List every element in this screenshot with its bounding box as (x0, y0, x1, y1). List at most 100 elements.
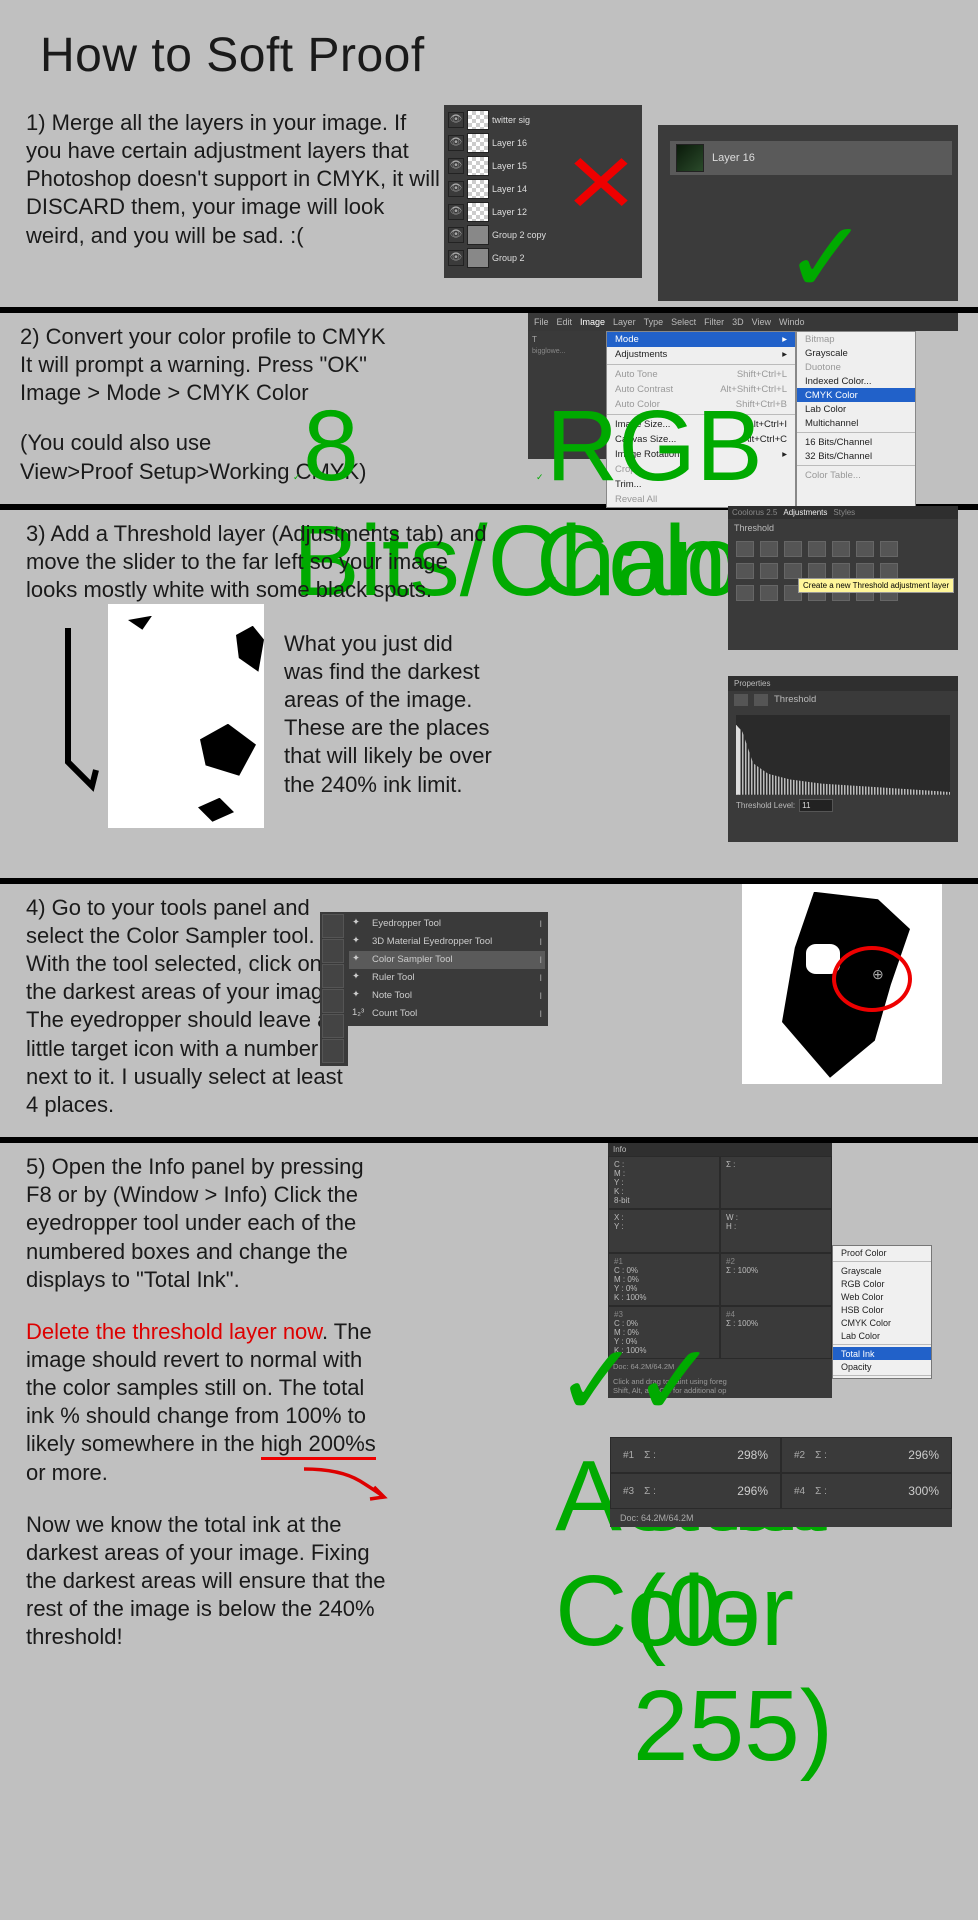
menu-item[interactable]: Image (580, 317, 605, 327)
tool-option[interactable]: ✦Color Sampler ToolI (349, 951, 545, 969)
readout-option[interactable]: 8-bit (0-255) (625, 1320, 841, 1785)
adjustment-icon[interactable] (736, 541, 754, 557)
green-check-icon: ✓ (784, 199, 868, 316)
threshold-icon (734, 694, 748, 706)
red-arrow-icon (300, 1463, 390, 1503)
tool-slot-icon[interactable] (322, 1039, 344, 1063)
readout-option[interactable]: CMYK Color (833, 1316, 931, 1329)
menu-item[interactable]: 3D (732, 317, 744, 327)
readout-option[interactable]: Proof Color (833, 1246, 931, 1259)
visibility-icon: 👁 (448, 227, 464, 243)
adjustment-icon[interactable] (760, 541, 778, 557)
tool-slot-icon[interactable] (322, 964, 344, 988)
menu-item[interactable]: Select (671, 317, 696, 327)
tool-option[interactable]: ✦Eyedropper ToolI (349, 915, 545, 933)
info-cell: C :M :Y :K :8-bit (608, 1156, 720, 1209)
tool-icon: ✦ (352, 917, 366, 931)
submenu-row[interactable]: Indexed Color... (797, 374, 915, 388)
ink-cell: #4Σ :300% (781, 1473, 952, 1509)
step-3: 3) Add a Threshold layer (Adjustments ta… (0, 510, 978, 878)
adjustment-icon[interactable] (856, 541, 874, 557)
step-1: 1) Merge all the layers in your image. I… (0, 99, 978, 307)
readout-option[interactable]: Opacity (833, 1360, 931, 1373)
readout-option[interactable]: Lab Color (833, 1329, 931, 1342)
step3-text: 3) Add a Threshold layer (Adjustments ta… (26, 520, 496, 604)
adjustments-label: Threshold (728, 519, 958, 537)
layer-row: 👁 Group 2 (448, 247, 638, 269)
visibility-icon: 👁 (448, 135, 464, 151)
submenu-row[interactable]: Grayscale (797, 346, 915, 360)
adjustments-icons[interactable] (728, 537, 958, 605)
menu-row[interactable]: Mode▸ (607, 332, 795, 347)
adjustment-icon[interactable] (856, 563, 874, 579)
ink-cell: #3Σ :296% (610, 1473, 781, 1509)
adjustment-icon[interactable] (736, 563, 754, 579)
menu-item[interactable]: Windo (779, 317, 805, 327)
step-2: 2) Convert your color profile to CMYK It… (0, 313, 978, 504)
adjustment-icon[interactable] (736, 585, 754, 601)
info-readout-menu[interactable]: Actual ColorProof ColorGrayscaleRGB Colo… (832, 1245, 932, 1379)
tool-icon: 1₂³ (352, 1007, 366, 1021)
readout-option[interactable]: RGB Color (833, 1277, 931, 1290)
threshold-level-input[interactable] (799, 799, 833, 812)
tool-icon: ✦ (352, 935, 366, 949)
adjustment-icon[interactable] (880, 563, 898, 579)
menu-item[interactable]: File (534, 317, 549, 327)
tool-option[interactable]: ✦3D Material Eyedropper ToolI (349, 933, 545, 951)
adjustment-icon[interactable] (832, 563, 850, 579)
tool-icon: ✦ (352, 953, 366, 967)
adjustment-icon[interactable] (832, 541, 850, 557)
menu-item[interactable]: Layer (613, 317, 636, 327)
tool-slot-icon[interactable] (322, 989, 344, 1013)
menu-row[interactable]: Adjustments▸ (607, 347, 795, 362)
properties-header: Properties (728, 676, 958, 691)
mask-icon (754, 694, 768, 706)
layer-label: Layer 15 (492, 161, 527, 171)
submenu-row: Duotone (797, 360, 915, 374)
adjustment-icon[interactable] (784, 541, 802, 557)
step4-text: 4) Go to your tools panel and select the… (26, 894, 346, 1119)
info-cell: Σ : (720, 1156, 832, 1209)
adjustment-icon[interactable] (760, 563, 778, 579)
adjustment-icon[interactable] (760, 585, 778, 601)
menu-item[interactable]: Type (644, 317, 664, 327)
tool-slot-icon[interactable] (322, 939, 344, 963)
layer-thumbnail (467, 133, 489, 153)
layer-label: Layer 14 (492, 184, 527, 194)
menu-item[interactable]: Filter (704, 317, 724, 327)
menu-item[interactable]: Edit (557, 317, 573, 327)
info-cell: #2Σ : 100% (720, 1253, 832, 1306)
adjustment-icon[interactable] (784, 563, 802, 579)
panel-tab[interactable]: Styles (833, 508, 855, 517)
tool-option[interactable]: 1₂³Count ToolI (349, 1005, 545, 1023)
layer-label: Layer 12 (492, 207, 527, 217)
visibility-icon: 👁 (448, 112, 464, 128)
tool-option[interactable]: ✦Ruler ToolI (349, 969, 545, 987)
layer-label: Group 2 (492, 253, 525, 263)
red-x-icon: × (566, 127, 636, 235)
adjustment-icon[interactable] (880, 541, 898, 557)
step-5: 5) Open the Info panel by pressing F8 or… (0, 1143, 978, 1670)
adjustment-icon[interactable] (808, 541, 826, 557)
single-layer-row: Layer 16 (670, 141, 952, 175)
menu-item[interactable]: View (752, 317, 771, 327)
threshold-preview (108, 604, 264, 828)
tool-slot-icon[interactable] (322, 1014, 344, 1038)
adjustment-icon[interactable] (808, 563, 826, 579)
panel-tab[interactable]: Coolorus 2.5 (732, 508, 777, 517)
mode-submenu[interactable]: BitmapGrayscaleDuotoneIndexed Color...RG… (796, 331, 916, 508)
threshold-level[interactable]: Threshold Level: (728, 797, 958, 814)
info-cell: #1C : 0%M : 0%Y : 0%K : 100% (608, 1253, 720, 1306)
readout-option[interactable]: Total Ink (833, 1347, 931, 1360)
readout-option[interactable]: HSB Color (833, 1303, 931, 1316)
readout-option[interactable]: Web Color (833, 1290, 931, 1303)
tool-flyout[interactable]: ✦Eyedropper ToolI✦3D Material Eyedropper… (346, 912, 548, 1026)
tool-option[interactable]: ✦Note ToolI (349, 987, 545, 1005)
tool-slot-icon[interactable] (322, 914, 344, 938)
visibility-icon: 👁 (448, 250, 464, 266)
readout-option[interactable]: Grayscale (833, 1264, 931, 1277)
step1-text: 1) Merge all the layers in your image. I… (26, 109, 446, 250)
threshold-histogram[interactable] (736, 715, 950, 795)
image-menu: File Edit Image Layer Type Select Filter 3D View… (528, 313, 958, 508)
panel-tab[interactable]: Adjustments (783, 508, 827, 517)
